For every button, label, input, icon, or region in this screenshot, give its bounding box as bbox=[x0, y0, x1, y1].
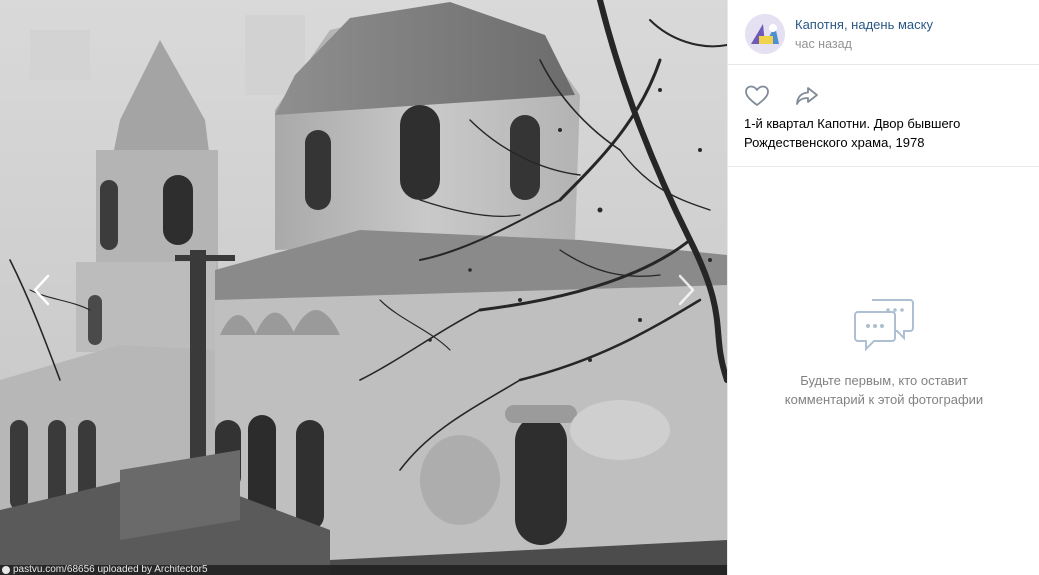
share-button[interactable] bbox=[794, 84, 820, 108]
empty-comments-text: Будьте первым, кто оставит комментарий к… bbox=[784, 373, 984, 407]
chevron-left-icon bbox=[33, 274, 50, 306]
divider bbox=[728, 166, 1039, 167]
chevron-right-icon bbox=[678, 274, 695, 306]
previous-photo-button[interactable] bbox=[26, 270, 56, 310]
speech-bubbles-icon bbox=[854, 299, 914, 352]
church-photo bbox=[0, 0, 727, 575]
camera-icon bbox=[2, 566, 10, 574]
empty-comments: Будьте первым, кто оставит комментарий к… bbox=[728, 296, 1039, 409]
author-header: Капотня, надень маску час назад bbox=[728, 0, 1039, 65]
watermark-text: pastvu.com/68656 uploaded by Architector… bbox=[13, 565, 208, 575]
photo-caption: 1-й квартал Капотни. Двор бывшего Рождес… bbox=[744, 116, 961, 150]
community-avatar-icon bbox=[745, 14, 785, 54]
avatar[interactable] bbox=[745, 14, 785, 54]
author-name-link[interactable]: Капотня, надень маску bbox=[795, 17, 933, 32]
photo-sidebar: Капотня, надень маску час назад 1-й квар… bbox=[727, 0, 1039, 575]
photo-viewer[interactable]: pastvu.com/68656 uploaded by Architector… bbox=[0, 0, 727, 575]
heart-icon bbox=[745, 85, 769, 106]
next-photo-button[interactable] bbox=[672, 270, 702, 310]
like-button[interactable] bbox=[744, 84, 770, 108]
share-arrow-icon bbox=[796, 87, 818, 105]
post-time: час назад bbox=[795, 37, 852, 51]
photo-watermark: pastvu.com/68656 uploaded by Architector… bbox=[0, 565, 727, 575]
